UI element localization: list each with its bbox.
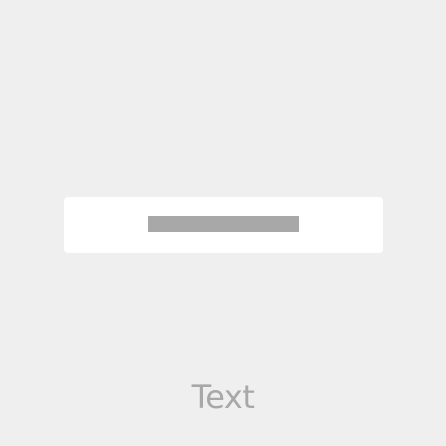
text-element-card[interactable]	[64, 197, 383, 253]
element-caption: Text	[191, 378, 255, 416]
text-placeholder-line	[148, 216, 299, 232]
